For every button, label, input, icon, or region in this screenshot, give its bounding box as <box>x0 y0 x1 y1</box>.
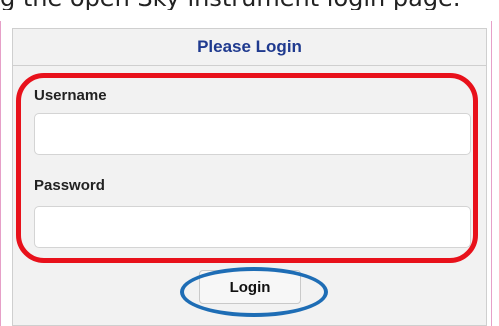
document-caption: g the open Sky instrument login page. <box>0 0 499 10</box>
username-field[interactable] <box>34 113 471 155</box>
panel-title: Please Login <box>13 29 486 66</box>
login-panel: Please Login Username Password Login <box>12 28 487 326</box>
password-field[interactable] <box>34 206 471 248</box>
password-label: Password <box>34 177 105 194</box>
username-label: Username <box>34 87 107 104</box>
login-button[interactable]: Login <box>199 270 301 304</box>
